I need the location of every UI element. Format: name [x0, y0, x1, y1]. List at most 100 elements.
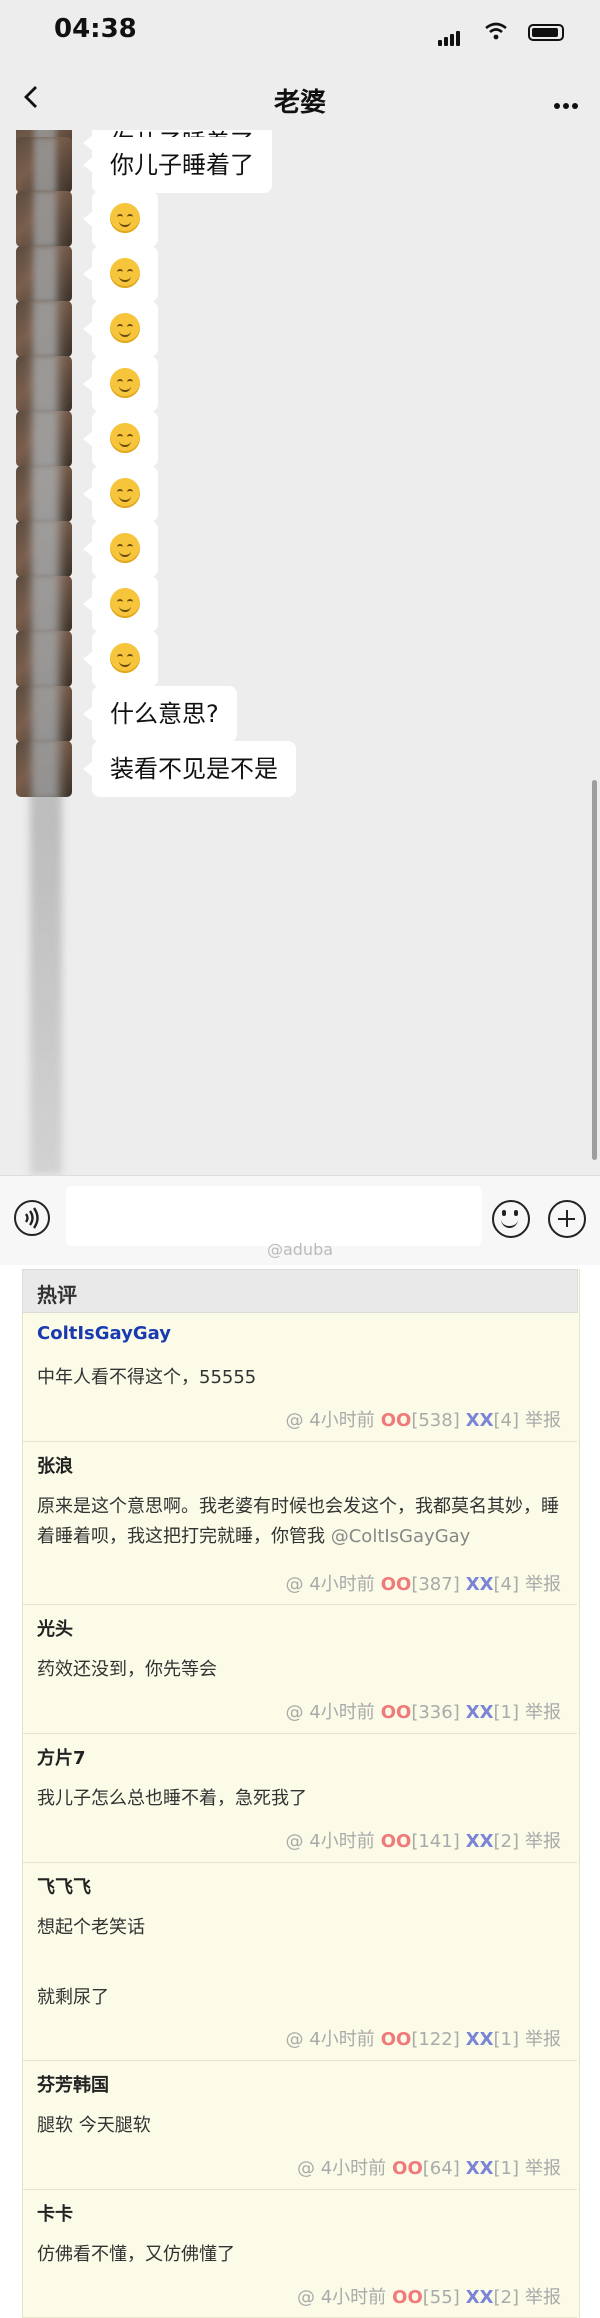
upvote-count: [336]	[411, 1702, 460, 1723]
contact-avatar[interactable]	[16, 576, 72, 632]
upvote-button[interactable]: OO	[381, 1702, 412, 1723]
downvote-button[interactable]: XX	[466, 2158, 494, 2179]
contact-avatar[interactable]	[16, 686, 72, 742]
chat-message: 装看不见是不是	[0, 741, 600, 801]
downvote-count: [1]	[493, 2158, 520, 2179]
emoji-message-bubble[interactable]	[83, 466, 158, 522]
contact-avatar[interactable]	[16, 301, 72, 357]
comment-item: 方片7 我儿子怎么总也睡不着，急死我了 @ 4小时前 OO[141] XX[2] 举报	[23, 1734, 577, 1863]
smile-emoji-icon	[110, 203, 140, 233]
report-link[interactable]: 举报	[525, 1702, 561, 1723]
more-options-icon[interactable]	[551, 94, 578, 113]
comment-text-body: 我儿子怎么总也睡不着，急死我了	[37, 1788, 307, 1809]
downvote-button[interactable]: XX	[466, 2029, 494, 2050]
chat-message: 你儿子睡着了	[0, 137, 600, 197]
contact-avatar[interactable]	[16, 191, 72, 247]
emoji-message-bubble[interactable]	[83, 521, 158, 577]
downvote-button[interactable]: XX	[466, 2287, 494, 2308]
upvote-button[interactable]: OO	[392, 2287, 423, 2308]
smile-emoji-icon	[110, 313, 140, 343]
upvote-count: [55]	[422, 2287, 460, 2308]
comment-author[interactable]: 卡卡	[37, 2200, 73, 2226]
downvote-count: [2]	[493, 2287, 520, 2308]
comment-text-body: 仿佛看不懂，又仿佛懂了	[37, 2244, 235, 2265]
add-attachment-icon[interactable]	[548, 1200, 586, 1238]
watermark: @aduba	[266, 1240, 334, 1259]
status-bar: 04:38	[0, 0, 600, 64]
downvote-button[interactable]: XX	[466, 1410, 494, 1431]
report-link[interactable]: 举报	[525, 2287, 561, 2308]
message-bubble[interactable]: 你儿子睡着了	[83, 137, 272, 193]
emoji-message-bubble[interactable]	[83, 631, 158, 687]
comment-mention[interactable]: @ColtIsGayGay	[331, 1526, 471, 1547]
report-link[interactable]: 举报	[525, 2029, 561, 2050]
smile-emoji-icon	[110, 478, 140, 508]
comment-text-body: 原来是这个意思啊。我老婆有时候也会发这个，我都莫名其妙，睡着睡着呗，我这把打完就…	[37, 1496, 559, 1547]
contact-avatar[interactable]	[16, 466, 72, 522]
emoji-message-bubble[interactable]	[83, 356, 158, 412]
emoji-message-bubble[interactable]	[83, 191, 158, 247]
message-input[interactable]	[66, 1186, 482, 1246]
report-link[interactable]: 举报	[525, 2158, 561, 2179]
comment-author[interactable]: 光头	[37, 1615, 73, 1641]
smile-emoji-icon	[110, 643, 140, 673]
contact-avatar[interactable]	[16, 521, 72, 577]
contact-avatar[interactable]	[16, 137, 72, 193]
smile-emoji-icon	[110, 533, 140, 563]
comment-text-body: 想起个老笑话	[37, 1917, 145, 1938]
comment-author[interactable]: 方片7	[37, 1744, 86, 1770]
comment-meta: @ 4小时前 OO[141] XX[2] 举报	[280, 1827, 561, 1853]
comment-author[interactable]: 张浪	[37, 1452, 73, 1478]
chat-scrollbar[interactable]	[592, 780, 597, 1160]
emoji-message-bubble[interactable]	[83, 411, 158, 467]
chat-message-list[interactable]: 你儿子睡着了你儿子睡着了什么意思?装看不见是不是	[0, 130, 600, 1175]
cellular-signal-icon	[438, 27, 462, 46]
hot-comments-section: 热评 ColtIsGayGay 中年人看不得这个，55555 @ 4小时前 OO[53…	[0, 1265, 600, 2318]
message-bubble[interactable]: 装看不见是不是	[83, 741, 296, 797]
chat-title: 老婆	[273, 88, 326, 118]
comment-time: @ 4小时前	[285, 1410, 375, 1431]
comment-meta: @ 4小时前 OO[55] XX[2] 举报	[291, 2283, 561, 2309]
report-link[interactable]: 举报	[525, 1410, 561, 1431]
downvote-button[interactable]: XX	[466, 1574, 494, 1595]
contact-avatar[interactable]	[16, 356, 72, 412]
contact-avatar[interactable]	[16, 246, 72, 302]
comment-author[interactable]: 芬芳韩国	[37, 2071, 109, 2097]
comment-text: 腿软 今天腿软	[37, 2111, 567, 2141]
comment-item: 卡卡 仿佛看不懂，又仿佛懂了 @ 4小时前 OO[55] XX[2] 举报	[23, 2190, 577, 2318]
downvote-button[interactable]: XX	[466, 1702, 494, 1723]
upvote-button[interactable]: OO	[392, 2158, 423, 2179]
chat-message	[0, 411, 600, 471]
report-link[interactable]: 举报	[525, 1574, 561, 1595]
comment-author[interactable]: ColtIsGayGay	[37, 1323, 171, 1344]
emoji-message-bubble[interactable]	[83, 246, 158, 302]
upvote-button[interactable]: OO	[381, 1410, 412, 1431]
contact-avatar[interactable]	[16, 631, 72, 687]
voice-input-icon[interactable]	[14, 1200, 50, 1236]
chat-message	[0, 466, 600, 526]
upvote-button[interactable]: OO	[381, 2029, 412, 2050]
comment-meta: @ 4小时前 OO[538] XX[4] 举报	[280, 1406, 561, 1432]
comment-text: 仿佛看不懂，又仿佛懂了	[37, 2240, 567, 2270]
chat-message	[0, 246, 600, 306]
downvote-button[interactable]: XX	[466, 1831, 494, 1852]
comment-text-body: 中年人看不得这个，55555	[37, 1367, 257, 1388]
message-bubble[interactable]: 什么意思?	[83, 686, 237, 742]
emoji-picker-icon[interactable]	[492, 1200, 530, 1238]
comment-time: @ 4小时前	[285, 1702, 375, 1723]
upvote-button[interactable]: OO	[381, 1574, 412, 1595]
chat-message	[0, 191, 600, 251]
comment-time: @ 4小时前	[285, 1574, 375, 1595]
report-link[interactable]: 举报	[525, 1831, 561, 1852]
status-time: 04:38	[54, 14, 137, 44]
emoji-message-bubble[interactable]	[83, 576, 158, 632]
chat-message: 什么意思?	[0, 686, 600, 746]
contact-avatar[interactable]	[16, 411, 72, 467]
emoji-message-bubble[interactable]	[83, 301, 158, 357]
upvote-button[interactable]: OO	[381, 1831, 412, 1852]
contact-avatar[interactable]	[16, 741, 72, 797]
smile-emoji-icon	[110, 258, 140, 288]
downvote-count: [2]	[493, 1831, 520, 1852]
battery-icon	[528, 24, 564, 41]
comment-author[interactable]: 飞飞飞	[37, 1873, 91, 1899]
